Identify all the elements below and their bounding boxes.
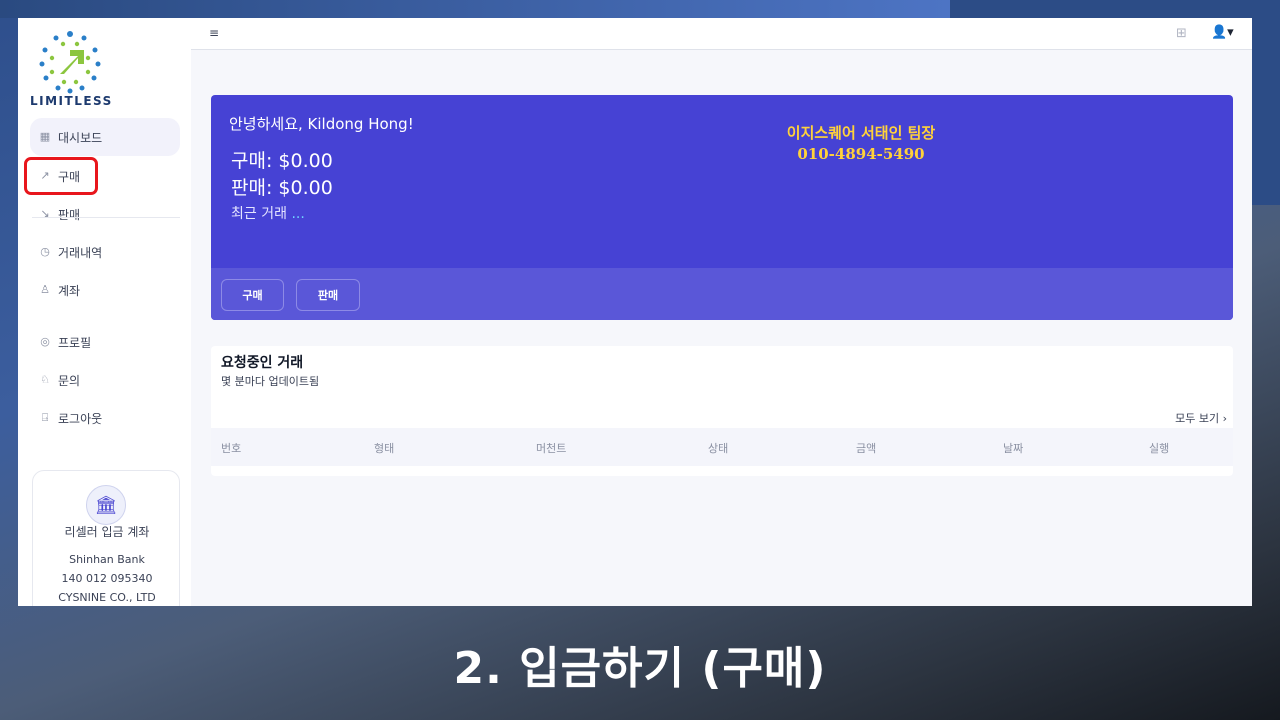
bank-account-card: 🏛 리셀러 입금 계좌 Shinhan Bank 140 012 095340 … [32,470,180,606]
bank-account-holder: CYSNINE CO., LTD [58,591,156,604]
sidebar-item-label: 문의 [58,373,81,388]
contact-phone: 010-4894-5490 [797,145,925,163]
sidebar-item-label: 로그아웃 [58,411,103,426]
contact-name: 이지스퀘어 서태인 팀장 [786,124,936,142]
sell-button[interactable]: 판매 [296,279,360,311]
chevron-right-icon: › [1222,412,1227,425]
column-header: 상태 [708,442,729,455]
sidebar-item-dashboard[interactable]: ▦ 대시보드 [30,118,180,156]
background-band [0,0,950,18]
sidebar-item-label: 프로필 [58,335,92,350]
column-header: 금액 [856,442,877,455]
top-header: ≡ ⊞ 👤▾ [191,18,1252,50]
inquiry-icon: ♘ [40,373,50,386]
dashboard-icon: ▦ [39,130,51,143]
sidebar-item-label: 판매 [58,207,81,222]
contact-overlay: 이지스퀘어 서태인 팀장 010-4894-5490 [731,123,991,165]
sidebar: LIMITLESS ▦ 대시보드 ↗ 구매 ↘ 판매 ◷ 거래내역 ♙ 계좌 ◎… [18,18,191,606]
see-all-link[interactable]: 모두 보기 › [1175,410,1227,426]
recent-transactions: 최근 거래 ... [231,203,305,223]
summary-actions: 구매 판매 [211,268,1233,320]
sidebar-item-label: 거래내역 [58,245,103,260]
sidebar-item-label: 계좌 [58,283,81,298]
highlight-box [24,157,98,195]
panel-title: 요청중인 거래 [221,355,304,371]
sidebar-item-profile[interactable]: ◎ 프로필 [30,323,180,361]
panel-subtitle: 몇 분마다 업데이트됨 [221,375,320,388]
greeting: 안녕하세요, Kildong Hong! [229,115,414,133]
limitless-logo [39,31,101,94]
bank-icon: 🏛 [86,485,126,525]
recent-dots: ... [291,206,305,222]
history-icon: ◷ [40,245,50,258]
column-header: 형태 [374,442,395,455]
column-header: 머천트 [536,442,567,455]
logout-icon: ⍈ [41,411,49,424]
column-header: 실행 [1149,442,1170,455]
user-menu-icon[interactable]: 👤▾ [1211,24,1237,42]
sidebar-item-label: 대시보드 [58,130,103,145]
sell-total: 판매: $0.00 [231,177,333,199]
menu-icon[interactable]: ≡ [209,27,221,39]
buy-button[interactable]: 구매 [221,279,284,311]
account-icon: ♙ [40,283,50,296]
bank-account-number: 140 012 095340 [61,572,153,585]
bank-card-title: 리셀러 입금 계좌 [64,525,150,539]
column-header: 날짜 [1003,442,1024,455]
bank-name: Shinhan Bank [69,553,145,566]
apps-icon[interactable]: ⊞ [1176,26,1192,42]
app-screen: LIMITLESS ▦ 대시보드 ↗ 구매 ↘ 판매 ◷ 거래내역 ♙ 계좌 ◎… [18,18,1252,606]
pending-requests-panel: 요청중인 거래 몇 분마다 업데이트됨 모두 보기 › 번호 형태 머천트 상태… [211,346,1233,476]
sidebar-item-sell[interactable]: ↘ 판매 [30,195,180,233]
recent-label: 최근 거래 [231,206,287,222]
sidebar-divider [32,217,180,218]
profile-icon: ◎ [40,335,50,348]
sell-icon: ↘ [40,207,50,220]
sidebar-item-account[interactable]: ♙ 계좌 [30,271,180,309]
sidebar-item-logout[interactable]: ⍈ 로그아웃 [30,399,180,437]
buy-total: 구매: $0.00 [231,150,333,172]
sidebar-item-inquiry[interactable]: ♘ 문의 [30,361,180,399]
slide-caption: 2. 입금하기 (구매) [453,643,827,694]
table-header: 번호 형태 머천트 상태 금액 날짜 실행 [211,428,1233,466]
column-header: 번호 [221,442,242,455]
brand-name: LIMITLESS [30,94,113,108]
see-all-label: 모두 보기 [1175,412,1220,425]
sidebar-item-history[interactable]: ◷ 거래내역 [30,233,180,271]
summary-card: 안녕하세요, Kildong Hong! 구매: $0.00 판매: $0.00… [211,95,1233,320]
